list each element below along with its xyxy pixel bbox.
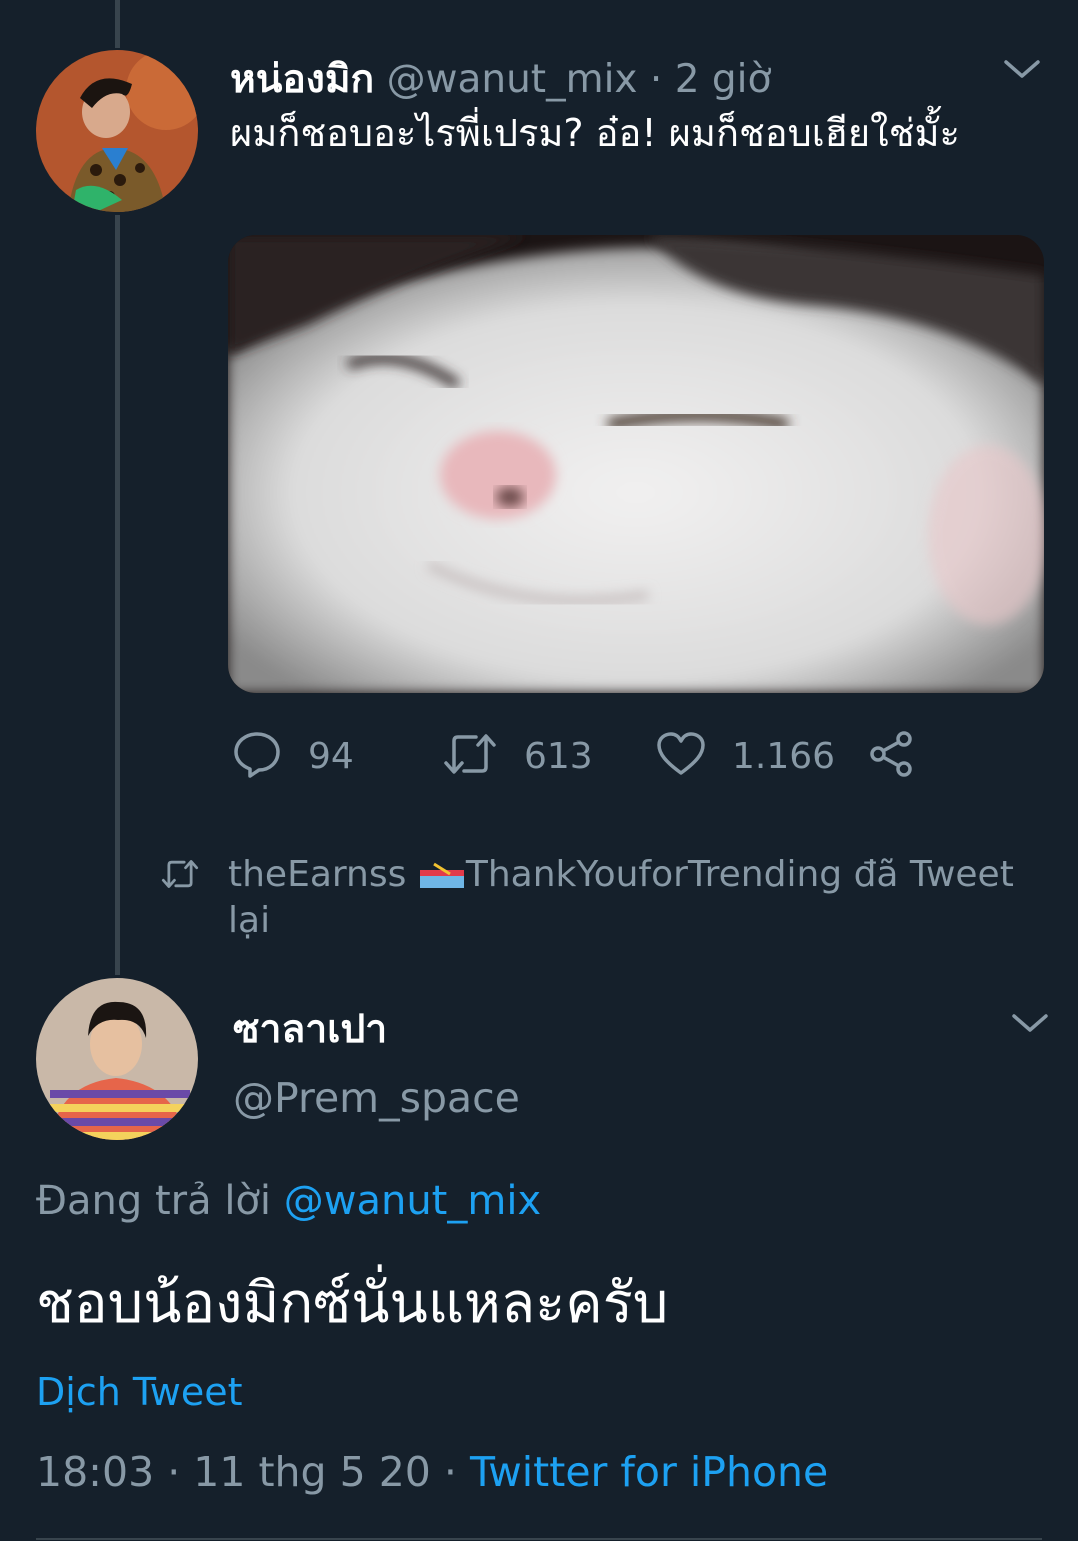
tweet1-handle[interactable]: @wanut_mix xyxy=(387,57,638,102)
reply-button[interactable]: 94 xyxy=(232,728,354,784)
retweet-small-icon xyxy=(160,858,200,894)
tweet2-text: ชอบน้องมิกซ์นั่นแหละครับ xyxy=(36,1271,669,1336)
retweet-icon xyxy=(442,731,498,781)
retweet-count: 613 xyxy=(524,735,593,777)
tweet1-separator: · xyxy=(649,57,663,102)
flag-icon xyxy=(419,854,464,888)
tweet1-actions: 94 613 1.166 xyxy=(232,728,932,784)
replying-to: Đang trả lời @wanut_mix xyxy=(36,1178,541,1224)
divider xyxy=(36,1538,1042,1540)
retweeted-by-user[interactable]: theEarnss xyxy=(228,854,406,895)
thread-line-top xyxy=(115,0,120,48)
share-button[interactable] xyxy=(868,728,916,784)
thread-line xyxy=(115,215,120,975)
retweet-button[interactable]: 613 xyxy=(442,728,593,784)
heart-icon xyxy=(656,731,706,781)
reply-count: 94 xyxy=(308,735,354,777)
replying-to-handle[interactable]: @wanut_mix xyxy=(284,1178,541,1224)
tweet2-avatar[interactable] xyxy=(36,978,198,1140)
tweet2-meta: 18:03 · 11 thg 5 20 · Twitter for iPhone xyxy=(36,1448,828,1496)
tweet1-header: หน่องมิก @wanut_mix · 2 giờ xyxy=(230,48,771,110)
replying-label: Đang trả lời xyxy=(36,1178,272,1224)
like-button[interactable]: 1.166 xyxy=(656,728,835,784)
tweet1-display-name[interactable]: หน่องมิก xyxy=(230,57,374,102)
tweet1-avatar[interactable] xyxy=(36,50,198,212)
tweet2-handle[interactable]: @Prem_space xyxy=(233,1074,520,1122)
tweet1-time[interactable]: 2 giờ xyxy=(675,57,772,102)
tweet1-text: ผมก็ชอบอะไรพี่เปรม? อ๋อ! ผมก็ชอบเฮียใช่ม… xyxy=(230,111,960,155)
tweet1-media-image[interactable] xyxy=(228,235,1044,693)
translate-tweet-link[interactable]: Dịch Tweet xyxy=(36,1370,243,1414)
tweet2-display-name[interactable]: ซาลาเปา xyxy=(233,998,387,1060)
tweet2-timestamp[interactable]: 18:03 · 11 thg 5 20 · xyxy=(36,1448,457,1496)
chevron-down-icon[interactable] xyxy=(1002,54,1042,84)
share-icon xyxy=(868,730,916,782)
chevron-down-icon[interactable] xyxy=(1010,1008,1050,1038)
reply-icon xyxy=(232,729,282,783)
like-count: 1.166 xyxy=(732,735,836,777)
tweet2-source[interactable]: Twitter for iPhone xyxy=(470,1448,828,1496)
